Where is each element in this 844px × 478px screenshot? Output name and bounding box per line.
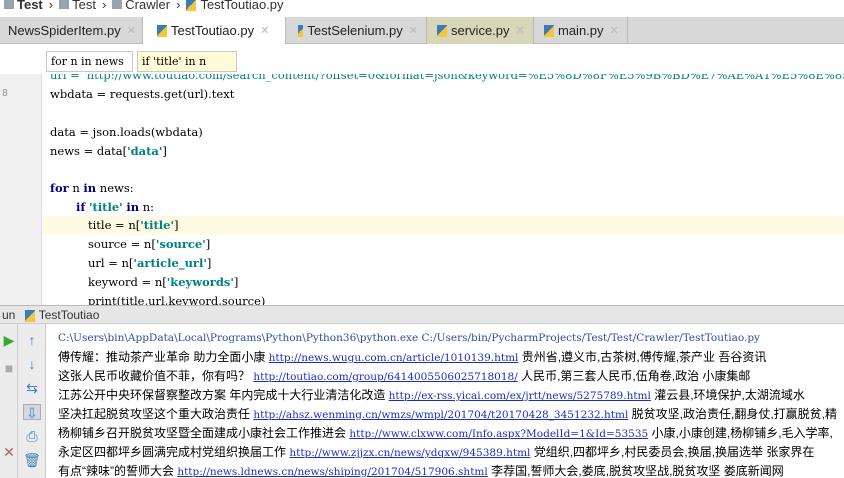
tab-label: service.py [451, 23, 510, 38]
print-icon[interactable]: ⎙ [23, 428, 41, 444]
python-file-icon [157, 24, 167, 37]
news-link[interactable]: http://ex-rss.yicai.com/ex/jrtt/news/527… [389, 390, 651, 402]
folder-icon [4, 0, 14, 9]
python-file-icon [437, 24, 447, 37]
code-line: url = n['article_url'] [88, 256, 212, 270]
code-line: source = n['source'] [88, 237, 211, 251]
up-arrow-icon[interactable]: ↑ [23, 332, 41, 348]
news-title: 坚决扛起脱贫攻坚这个重大政治责任 [58, 407, 254, 421]
news-title: 这张人民币收藏价值不菲，你有吗？ [58, 369, 254, 383]
console-line: 江苏公开中央环保督察整改方案 年内完成十大行业清洁化改造 http://ex-r… [58, 386, 805, 405]
console-line: 永定区四都坪乡圆满完成村党组织换届工作 http://www.zjjzx.cn/… [58, 443, 814, 462]
close-icon[interactable]: ✕ [260, 24, 269, 37]
news-link[interactable]: http://toutiao.com/group/641400550602571… [253, 371, 517, 383]
console-command: C:\Users\bin\AppData\Local\Programs\Pyth… [58, 332, 760, 344]
news-link[interactable]: http://www.clxww.com/Info.aspx?ModelId=1… [349, 428, 648, 440]
news-title: 杨柳铺乡召开脱贫攻坚暨全面建成小康社会工作推进会 [58, 426, 350, 440]
run-label: un [2, 308, 16, 322]
code-line: wbdata = requests.get(url).text [50, 87, 235, 101]
news-keywords: 小康,小康创建,杨柳铺乡,毛入学率, [648, 426, 833, 440]
news-link[interactable]: http://www.zjjzx.cn/news/ydqxw/945389.ht… [289, 447, 530, 459]
console-line: 这张人民币收藏价值不菲，你有吗？ http://toutiao.com/grou… [58, 367, 750, 386]
console-output[interactable]: C:\Users\bin\AppData\Local\Programs\Pyth… [46, 324, 844, 478]
breadcrumb-item[interactable]: Crawler [112, 0, 170, 12]
breadcrumb: Test › Test › Crawler › TestToutiao.py [0, 0, 284, 12]
code-line: title = n['title'] [88, 218, 179, 232]
news-link[interactable]: http://news.wugu.com.cn/article/1010139.… [269, 352, 519, 364]
code-line: news = data['data'] [50, 144, 167, 158]
breadcrumb-item[interactable]: TestToutiao.py [186, 0, 284, 12]
console-line: 傅传耀：推动茶产业革命 助力全面小康 http://news.wugu.com.… [58, 348, 766, 367]
code-line: keyword = n['keywords'] [88, 275, 239, 289]
news-keywords: 贵州省,遵义市,古茶树,傅传耀,茶产业 吾谷资讯 [518, 350, 767, 364]
news-keywords: 脱贫攻坚,政治责任,翻身仗,打赢脱贫,精 [628, 407, 838, 421]
scope-hint[interactable]: for n in news [46, 51, 133, 72]
console-line: 坚决扛起脱贫攻坚这个重大政治责任 http://ahsz.wenming.cn/… [58, 405, 837, 424]
run-panel-header: un TestToutiao [0, 305, 844, 324]
trash-icon[interactable]: 🗑 [23, 452, 41, 468]
editor-tabs: NewsSpiderItem.py ✕ TestToutiao.py ✕ TestS… [0, 17, 844, 44]
python-file-icon [298, 24, 304, 37]
run-toolbar: ▶ ■ ✕ [0, 324, 18, 478]
run-config-name[interactable]: TestToutiao [39, 308, 100, 322]
tab-testselenium[interactable]: TestSelenium.py ✕ [286, 17, 427, 44]
tab-label: TestToutiao.py [171, 23, 255, 38]
news-link[interactable]: http://news.ldnews.cn/news/shiping/20170… [177, 466, 487, 478]
console-line: 杨柳铺乡召开脱贫攻坚暨全面建成小康社会工作推进会 http://www.clxw… [58, 424, 833, 443]
python-file-icon [24, 309, 35, 322]
breadcrumb-item[interactable]: Test [4, 0, 43, 12]
tab-testtoutiao[interactable]: TestToutiao.py ✕ [143, 17, 286, 44]
console-toolbar: ↑ ↓ ⇆ ⇩ ⎙ 🗑 [18, 324, 46, 478]
folder-icon [59, 0, 70, 9]
tab-newsspideritem[interactable]: NewsSpiderItem.py ✕ [0, 17, 143, 44]
close-icon[interactable]: ✕ [127, 24, 136, 37]
python-file-icon [186, 0, 197, 12]
news-title: 永定区四都坪乡圆满完成村党组织换届工作 [58, 445, 290, 459]
breadcrumb-item[interactable]: Test [59, 0, 96, 12]
close-icon[interactable]: ✕ [516, 24, 525, 37]
scope-hint[interactable]: if 'title' in n [137, 51, 237, 72]
news-keywords: 人民币,第三套人民币,伍角卷,政治 小康集邮 [517, 369, 751, 383]
tab-main[interactable]: main.py ✕ [534, 17, 628, 44]
scroll-to-end-icon[interactable]: ⇩ [23, 404, 41, 421]
close-icon[interactable]: ✕ [610, 24, 619, 37]
news-title: 有点“辣味”的誓师大会 [58, 464, 178, 478]
code-line: if 'title' in n: [76, 200, 155, 214]
python-file-icon [544, 24, 554, 37]
down-arrow-icon[interactable]: ↓ [23, 356, 41, 372]
code-editor[interactable]: url = 'http://www.toutiao.com/search_con… [0, 70, 844, 305]
news-title: 江苏公开中央环保督察整改方案 年内完成十大行业清洁化改造 [58, 388, 389, 402]
tab-label: NewsSpiderItem.py [8, 23, 121, 38]
close-run-icon[interactable]: ✕ [0, 444, 18, 460]
code-line: for n in news: [50, 181, 134, 195]
folder-icon [112, 0, 123, 9]
breadcrumb-hint-bar: for n in news if 'title' in n [0, 48, 844, 74]
stop-icon[interactable]: ■ [0, 360, 18, 376]
news-keywords: 党组织,四都坪乡,村民委员会,换届,换届选举 张家界在 [530, 445, 815, 459]
news-keywords: 灌云县,环境保护,太湖流域水 [650, 388, 805, 402]
rerun-icon[interactable]: ▶ [0, 332, 18, 348]
tab-label: main.py [558, 23, 604, 38]
console-line: 有点“辣味”的誓师大会 http://news.ldnews.cn/news/s… [58, 462, 784, 478]
news-keywords: 李荐国,誓师大会,娄底,脱贫攻坚战,脱贫攻坚 娄底新闻网 [487, 464, 784, 478]
close-icon[interactable]: ✕ [409, 24, 418, 37]
code-line: data = json.loads(wbdata) [50, 125, 203, 139]
tab-service[interactable]: service.py ✕ [427, 17, 534, 44]
news-link[interactable]: http://ahsz.wenming.cn/wmzs/wmpl/201704/… [253, 409, 628, 421]
news-title: 傅传耀：推动茶产业革命 助力全面小康 [58, 350, 269, 364]
tab-label: TestSelenium.py [307, 23, 403, 38]
code-line: print(title,url,keyword,source) [88, 294, 266, 305]
soft-wrap-icon[interactable]: ⇆ [23, 380, 41, 396]
